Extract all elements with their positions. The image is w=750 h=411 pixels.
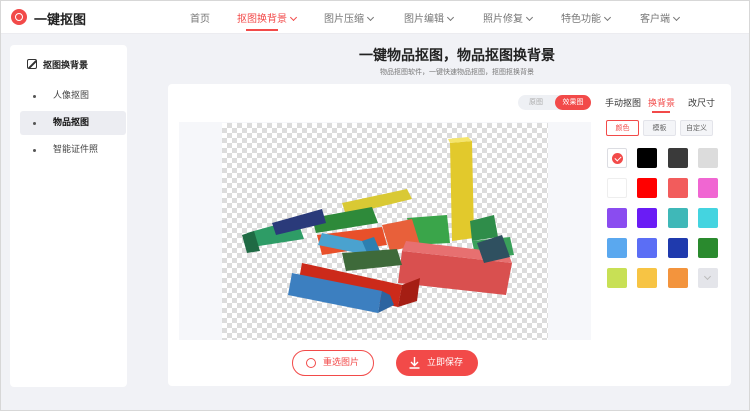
nav-photo-restore[interactable]: 照片修复 — [483, 10, 534, 25]
swatch-color[interactable] — [667, 178, 688, 198]
swatch-color[interactable] — [697, 148, 718, 168]
toggle-result[interactable]: 效果图 — [555, 95, 591, 110]
crop-icon — [27, 59, 37, 69]
swatch-color[interactable] — [637, 178, 658, 198]
swatch-color[interactable] — [607, 268, 627, 288]
swatch-color[interactable] — [667, 238, 688, 258]
sidebar-item-smart-id-photo[interactable]: 智能证件照 — [20, 138, 126, 162]
swatch-color[interactable] — [637, 268, 658, 288]
brand-name[interactable]: 一键抠图 — [34, 9, 86, 28]
swatch-color[interactable] — [607, 238, 627, 258]
sidebar: 抠图换背景 人像抠图 物品抠图 智能证件照 — [10, 45, 127, 387]
check-icon — [612, 153, 623, 164]
tab-active-indicator — [652, 111, 670, 113]
nav-image-edit[interactable]: 图片编辑 — [404, 10, 455, 25]
sidebar-item-portrait-cutout[interactable]: 人像抠图 — [20, 84, 126, 108]
download-icon — [409, 357, 420, 369]
chevron-down-icon — [289, 13, 298, 22]
subtab-template[interactable]: 模板 — [643, 120, 676, 136]
swatch-color[interactable] — [667, 268, 688, 288]
chevron-down-icon — [366, 13, 375, 22]
chevron-down-icon — [446, 13, 455, 22]
nav-cutout-background[interactable]: 抠图换背景 — [237, 10, 298, 25]
chevron-down-icon — [525, 13, 534, 22]
swatch-color[interactable] — [637, 208, 658, 228]
nav-special-features[interactable]: 特色功能 — [561, 10, 612, 25]
subtab-custom[interactable]: 自定义 — [680, 120, 713, 136]
refresh-icon — [306, 358, 316, 368]
swatch-color[interactable] — [637, 238, 658, 258]
swatch-transparent[interactable] — [607, 148, 627, 168]
sidebar-title: 抠图换背景 — [27, 58, 88, 71]
swatch-color[interactable] — [637, 148, 658, 168]
tab-resize[interactable]: 改尺寸 — [688, 96, 715, 109]
tab-manual-cutout[interactable]: 手动抠图 — [605, 96, 641, 109]
subtab-color[interactable]: 颜色 — [606, 120, 639, 136]
toggle-original[interactable]: 原图 — [518, 95, 554, 110]
swatch-color[interactable] — [607, 178, 627, 198]
page-title: 一键物品抠图，物品抠图换背景 — [359, 48, 555, 64]
more-colors-chevron-down-icon[interactable] — [697, 268, 718, 288]
top-navbar: 一键抠图 — [1, 1, 749, 34]
nav-client[interactable]: 客户端 — [640, 10, 681, 25]
swatch-color[interactable] — [667, 208, 688, 228]
swatch-color[interactable] — [697, 238, 718, 258]
swatch-color[interactable] — [697, 178, 718, 198]
nav-image-compress[interactable]: 图片压缩 — [324, 10, 375, 25]
nav-active-indicator — [246, 29, 278, 31]
save-button[interactable]: 立即保存 — [396, 350, 478, 376]
swatch-color[interactable] — [697, 208, 718, 228]
swatch-color[interactable] — [667, 148, 688, 168]
nav-home[interactable]: 首页 — [190, 10, 210, 25]
chevron-down-icon — [603, 13, 612, 22]
sidebar-item-object-cutout[interactable]: 物品抠图 — [20, 111, 126, 135]
page-subtitle: 物品抠图软件，一键快速物品抠图，抠图抠换背景 — [380, 68, 534, 76]
swatch-color[interactable] — [607, 208, 627, 228]
reselect-image-button[interactable]: 重选图片 — [292, 350, 374, 376]
chevron-down-icon — [672, 13, 681, 22]
result-image — [242, 137, 514, 313]
logo-icon[interactable] — [11, 9, 27, 25]
tab-change-background[interactable]: 换背景 — [648, 96, 675, 109]
view-toggle[interactable]: 原图 效果图 — [518, 95, 591, 110]
